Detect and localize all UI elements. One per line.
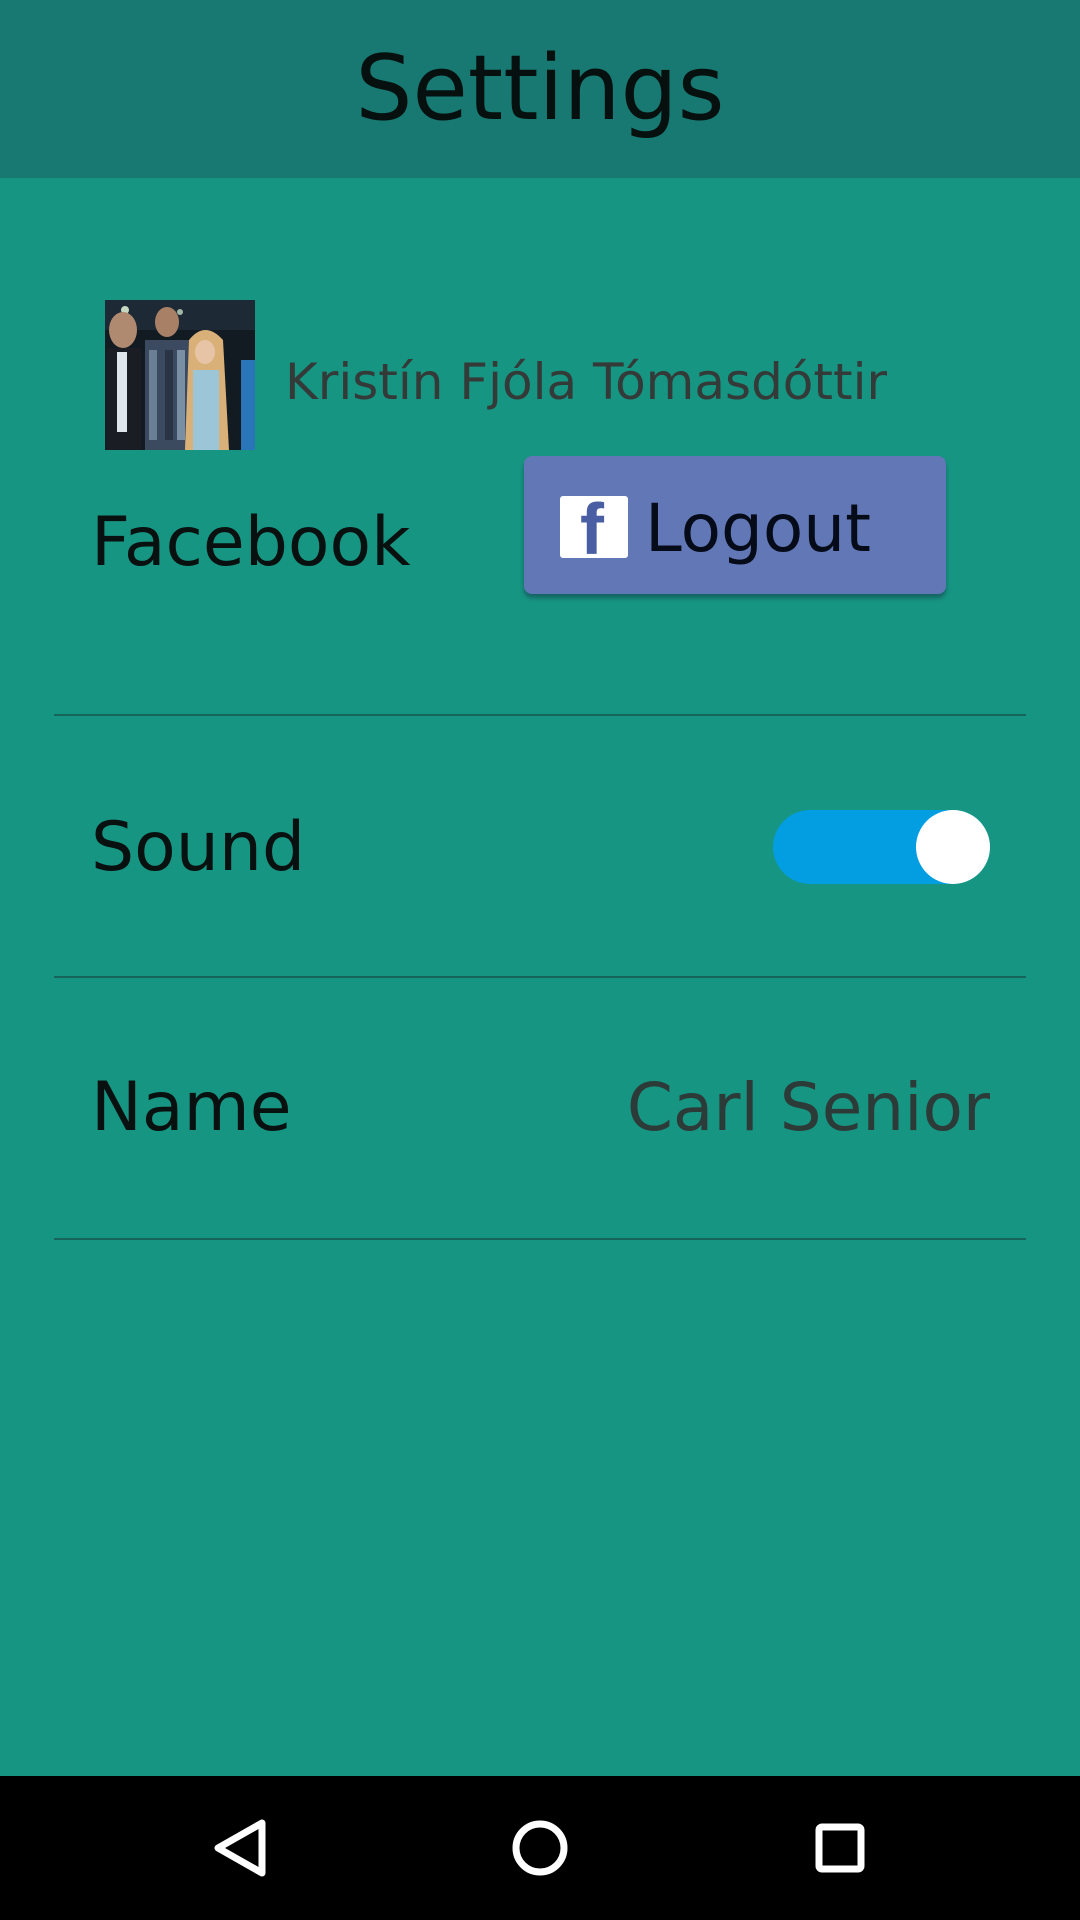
avatar	[105, 300, 255, 450]
profile-photo-image	[105, 300, 255, 450]
name-label: Name	[91, 1068, 292, 1147]
toggle-knob	[916, 810, 990, 884]
divider	[54, 714, 1026, 716]
recents-square-icon	[815, 1823, 865, 1873]
sound-toggle[interactable]	[773, 810, 990, 884]
divider	[54, 1238, 1026, 1240]
recents-button[interactable]	[790, 1798, 890, 1898]
home-button[interactable]	[490, 1798, 590, 1898]
logout-button-label: Logout	[645, 490, 871, 567]
app-bar: Settings	[0, 0, 1080, 178]
facebook-logout-button[interactable]: f Logout	[524, 456, 946, 594]
navigation-bar	[0, 1776, 1080, 1920]
page-title: Settings	[355, 36, 725, 141]
name-value[interactable]: Carl Senior	[627, 1063, 990, 1153]
home-circle-icon	[512, 1820, 568, 1876]
back-triangle-icon	[214, 1819, 266, 1877]
profile-name: Kristín Fjóla Tómasdóttir	[285, 353, 888, 411]
settings-content: Kristín Fjóla Tómasdóttir Facebook f Log…	[0, 178, 1080, 1776]
facebook-f-icon: f	[560, 496, 628, 558]
divider	[54, 976, 1026, 978]
facebook-label: Facebook	[91, 503, 411, 582]
back-button[interactable]	[190, 1798, 290, 1898]
sound-label: Sound	[91, 808, 306, 887]
